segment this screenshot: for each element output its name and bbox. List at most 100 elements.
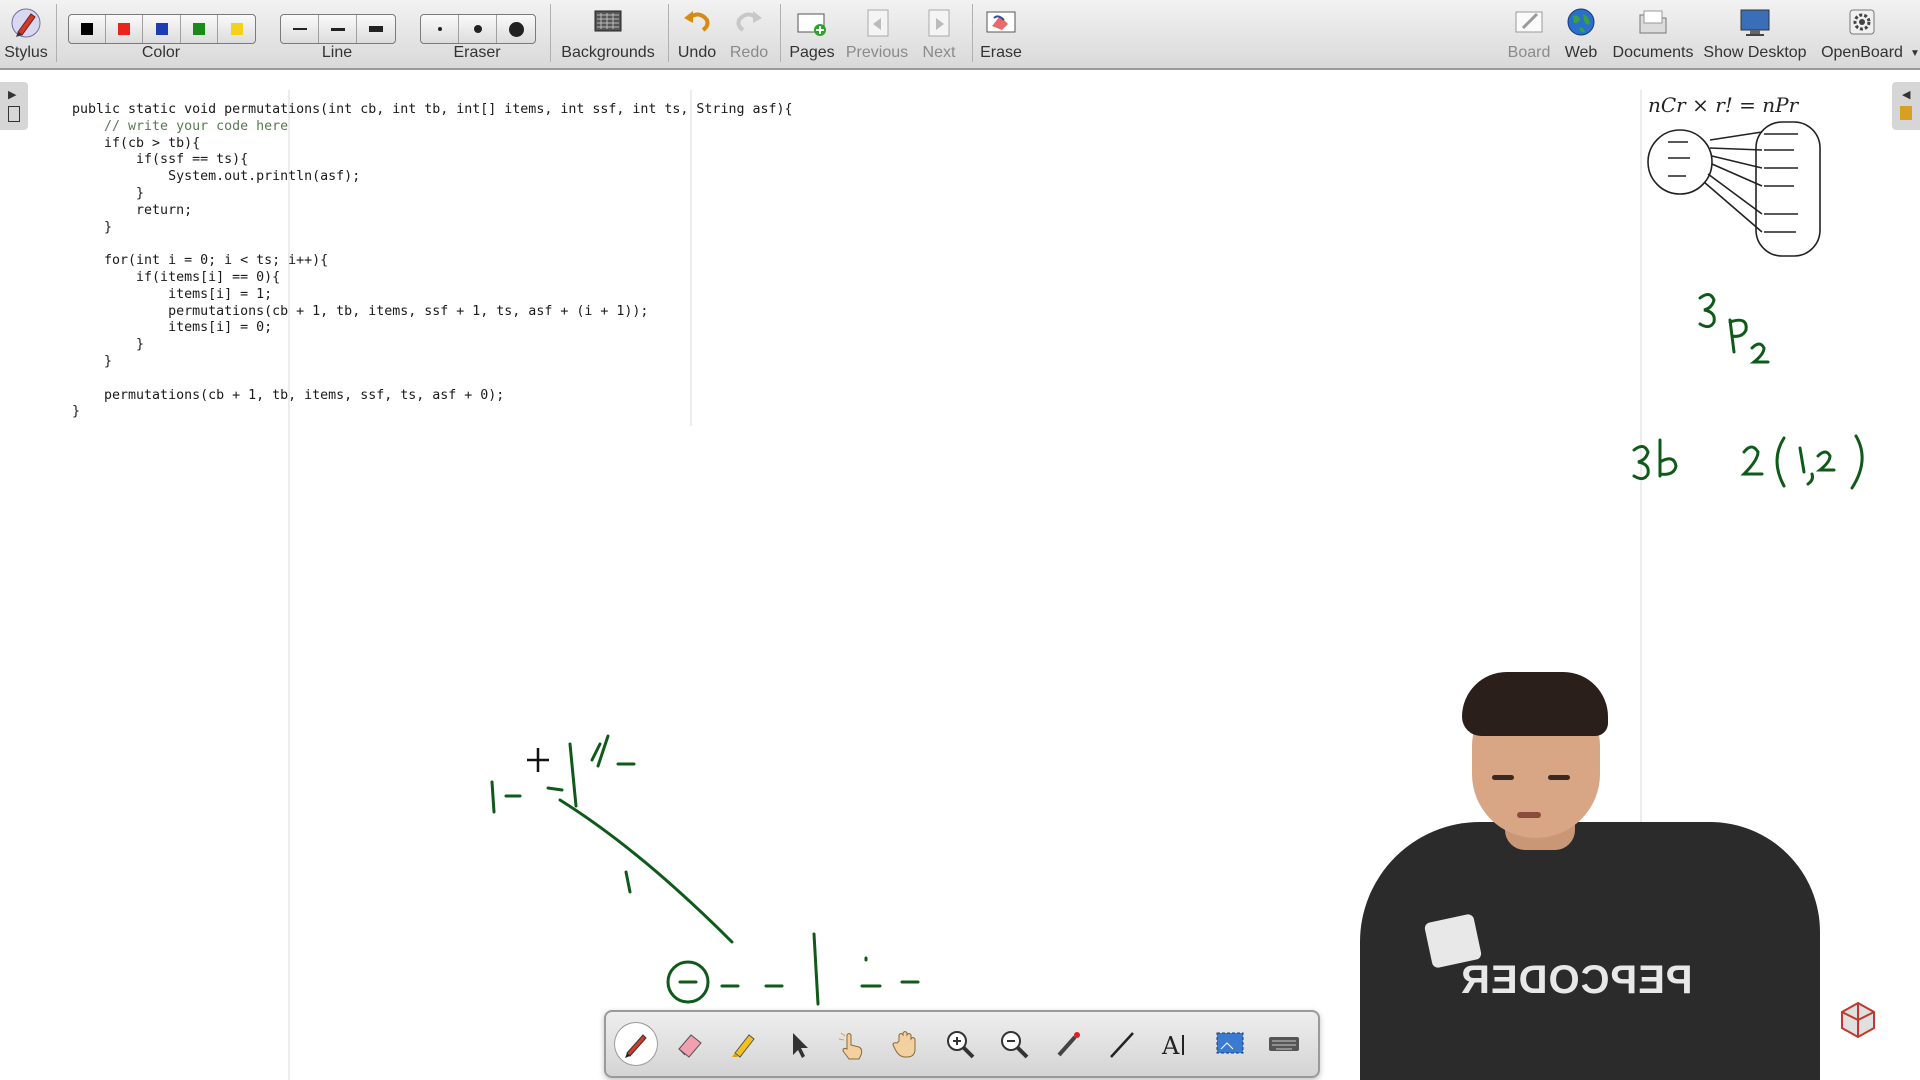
line-tool[interactable]	[1100, 1022, 1144, 1066]
board-icon	[1515, 11, 1543, 33]
color-palette	[68, 14, 256, 44]
presenter-eye-left	[1492, 775, 1514, 780]
backgrounds-icon	[594, 10, 622, 32]
previous-page-icon	[867, 9, 889, 37]
pages-label: Pages	[789, 44, 835, 61]
code-line: System.out.println(asf);	[72, 169, 361, 185]
hand-icon	[892, 1031, 916, 1058]
ink-formula: nCr × r! = nPr	[1647, 93, 1821, 257]
documents-label: Documents	[1612, 44, 1694, 61]
code-snippet: public static void permutations(int cb, …	[72, 102, 793, 421]
capture-tool[interactable]	[1208, 1022, 1252, 1066]
code-line: public static void permutations(int cb, …	[72, 102, 793, 117]
code-line: }	[72, 185, 145, 201]
code-line: items[i] = 1;	[72, 286, 273, 302]
hand-tool[interactable]	[884, 1022, 928, 1066]
ink-plus-mark	[527, 748, 549, 772]
line-medium-button[interactable]	[319, 15, 357, 43]
stylus-label: Stylus	[4, 44, 48, 61]
redo-label: Redo	[729, 44, 769, 61]
expand-left-icon: ◀	[1902, 89, 1911, 101]
laser-pointer-tool[interactable]	[1046, 1022, 1090, 1066]
redo-icon	[736, 11, 762, 32]
openboard-label: OpenBoard	[1821, 44, 1903, 61]
undo-label: Undo	[677, 44, 717, 61]
interact-tool[interactable]	[830, 1022, 874, 1066]
stylus-dock: A	[604, 1010, 1320, 1078]
chevron-down-icon: ▼	[1910, 48, 1920, 59]
eraser-tool[interactable]	[668, 1022, 712, 1066]
code-line: }	[72, 353, 113, 369]
shirt-brand-text: PEPCODER	[1460, 958, 1693, 1002]
color-label: Color	[141, 44, 181, 61]
zoom-out-tool[interactable]	[992, 1022, 1036, 1066]
code-line: if(ssf == ts){	[72, 152, 249, 168]
hand-pointer-icon	[838, 1032, 863, 1060]
settings-gear-icon	[1849, 9, 1875, 35]
formula-text: nCr × r! = nPr	[1648, 93, 1800, 117]
eraser-label: Eraser	[453, 44, 501, 61]
color-yellow-swatch[interactable]	[218, 15, 255, 43]
code-line: permutations(cb + 1, tb, items, ssf, ts,…	[72, 387, 505, 403]
right-palette-toggle[interactable]: ◀	[1892, 82, 1920, 130]
features-icon	[1900, 106, 1912, 120]
folder-icon	[1639, 10, 1667, 34]
line-width-palette	[280, 14, 396, 44]
erase-board-icon	[986, 11, 1016, 33]
color-green-swatch[interactable]	[181, 15, 219, 43]
next-label: Next	[922, 44, 956, 61]
color-blue-swatch[interactable]	[143, 15, 181, 43]
eraser-size-palette	[420, 14, 536, 44]
ink-recursion-tree	[490, 734, 920, 1006]
eraser-medium-button[interactable]	[459, 15, 497, 43]
code-line: if(cb > tb){	[72, 135, 201, 151]
zoom-in-tool[interactable]	[938, 1022, 982, 1066]
pointer-icon	[793, 1033, 808, 1058]
highlighter-tool[interactable]	[722, 1022, 766, 1066]
board-label: Board	[1507, 44, 1551, 61]
undo-icon	[684, 11, 710, 32]
line-icon	[1110, 1032, 1134, 1058]
ink-3b-items	[1632, 434, 1864, 490]
keyboard-icon	[1269, 1037, 1299, 1051]
virtual-keyboard-tool[interactable]	[1262, 1022, 1306, 1066]
ink-3p2	[1698, 293, 1770, 364]
presenter-eye-right	[1548, 775, 1570, 780]
top-toolbar: Stylus Color Line Eraser Backgrounds Und…	[0, 0, 1920, 70]
left-palette-toggle[interactable]: ▶	[0, 82, 28, 130]
line-thin-button[interactable]	[281, 15, 319, 43]
eraser-small-button[interactable]	[421, 15, 459, 43]
code-line: // write your code here	[72, 118, 289, 134]
line-label: Line	[321, 44, 353, 61]
library-icon	[8, 106, 20, 122]
code-line: }	[72, 337, 145, 353]
code-line: }	[72, 404, 81, 420]
code-line: }	[72, 219, 113, 235]
web-label: Web	[1564, 44, 1598, 61]
eraser-icon	[678, 1034, 702, 1058]
globe-icon	[1567, 8, 1595, 36]
next-page-icon	[928, 9, 950, 37]
text-tool[interactable]: A	[1154, 1022, 1198, 1066]
highlighter-icon	[732, 1034, 755, 1058]
desktop-icon	[1740, 9, 1770, 36]
stylus-icon	[11, 8, 41, 38]
eraser-large-button[interactable]	[497, 15, 535, 43]
capture-icon	[1216, 1032, 1244, 1054]
previous-label: Previous	[845, 44, 909, 61]
code-line: for(int i = 0; i < ts; i++){	[72, 253, 329, 269]
color-red-swatch[interactable]	[106, 15, 144, 43]
code-line: return;	[72, 202, 193, 218]
erase-label: Erase	[980, 44, 1022, 61]
line-thick-button[interactable]	[357, 15, 395, 43]
code-line: items[i] = 0;	[72, 320, 273, 336]
presenter-mouth	[1517, 812, 1541, 818]
channel-logo-icon	[1841, 1001, 1875, 1039]
zoom-out-icon	[1001, 1031, 1029, 1059]
expand-right-icon: ▶	[8, 89, 17, 101]
zoom-in-icon	[947, 1031, 975, 1059]
color-black-swatch[interactable]	[69, 15, 106, 43]
pen-tool[interactable]	[614, 1022, 658, 1066]
selector-tool[interactable]	[776, 1022, 820, 1066]
laser-pointer-icon	[1057, 1032, 1080, 1057]
